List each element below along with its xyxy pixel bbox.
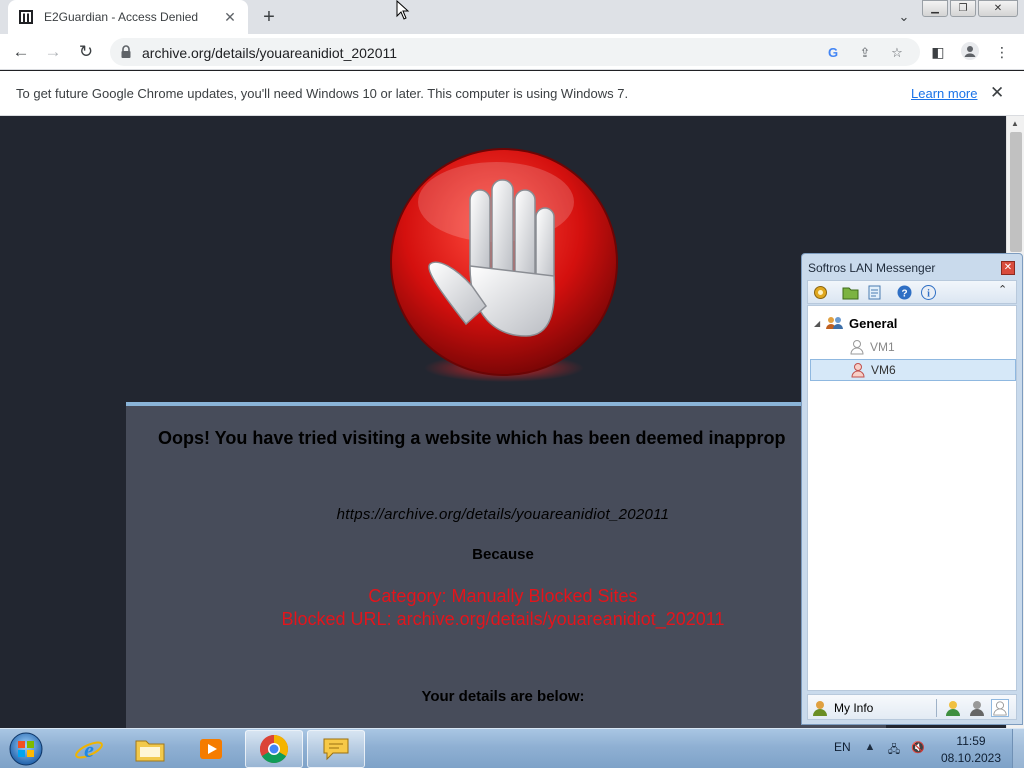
- svg-text:i: i: [927, 289, 930, 300]
- update-infobar: To get future Google Chrome updates, you…: [0, 71, 1024, 116]
- taskbar-windows-explorer[interactable]: [121, 730, 179, 768]
- offline-user-icon: [850, 340, 864, 355]
- address-bar[interactable]: archive.org/details/youareanidiot_202011…: [110, 38, 920, 66]
- windows-start-button[interactable]: [6, 731, 46, 767]
- category-reason: Category: Manually Blocked Sites: [368, 586, 638, 606]
- lock-icon: [121, 45, 131, 58]
- infobar-message: To get future Google Chrome updates, you…: [16, 86, 629, 101]
- tab-search-chevron-icon[interactable]: ⌄: [895, 9, 913, 25]
- status-divider: [936, 699, 937, 717]
- open-folder-icon[interactable]: [842, 284, 859, 301]
- user-icon: [851, 363, 865, 378]
- my-info-user-icon[interactable]: [812, 699, 830, 717]
- learn-more-link[interactable]: Learn more: [911, 86, 977, 101]
- contact-list: ◢ General VM1 VM6: [807, 305, 1017, 691]
- new-tab-button[interactable]: +: [258, 7, 280, 29]
- scroll-up-arrow-icon[interactable]: ▲: [1011, 119, 1019, 128]
- minimize-button[interactable]: ▁: [922, 0, 948, 17]
- messenger-app-icon: [323, 738, 349, 761]
- window-close-button[interactable]: ✕: [978, 0, 1018, 17]
- clock-time[interactable]: 11:59: [944, 734, 998, 748]
- back-arrow-icon[interactable]: ←: [10, 41, 32, 63]
- forward-arrow-icon[interactable]: →: [42, 41, 64, 63]
- blocked-url-reason: Blocked URL: archive.org/details/youarea…: [281, 609, 725, 629]
- windows-taskbar: e EN ▲ 🖧 🔇 11:59 08.10.2023: [0, 728, 1024, 768]
- internet-explorer-icon: e: [75, 737, 103, 762]
- infobar-close-icon[interactable]: ✕: [990, 83, 1004, 103]
- contact-name: VM1: [870, 340, 895, 354]
- share-icon[interactable]: ⇪: [856, 44, 874, 62]
- expand-triangle-icon[interactable]: ◢: [814, 319, 826, 328]
- media-player-icon: [200, 739, 222, 759]
- collapse-toolbar-icon[interactable]: ⌃: [998, 283, 1007, 296]
- profile-avatar-icon[interactable]: [960, 42, 980, 62]
- lan-messenger-window: Softros LAN Messenger ✕ ? i ⌃ ◢ General …: [801, 253, 1023, 725]
- svg-text:?: ?: [901, 289, 907, 300]
- taskbar-internet-explorer[interactable]: e: [60, 730, 118, 768]
- message-panel: Oops! You have tried visiting a website …: [126, 402, 886, 728]
- window-controls: ▁ ❐ ✕: [920, 0, 1018, 17]
- messenger-status-bar: My Info: [807, 694, 1017, 720]
- group-name: General: [849, 315, 898, 331]
- mouse-cursor-icon: [396, 0, 410, 20]
- group-users-icon: [826, 317, 843, 329]
- tab-strip: E2Guardian - Access Denied ✕ + ⌄ ▁ ❐ ✕: [0, 0, 1024, 34]
- restore-button[interactable]: ❐: [950, 0, 976, 17]
- network-icon[interactable]: 🖧: [886, 741, 902, 757]
- help-icon[interactable]: ?: [896, 284, 913, 301]
- messenger-toolbar: ? i ⌃: [807, 280, 1017, 304]
- page-heading: Oops! You have tried visiting a website …: [158, 428, 786, 448]
- info-icon[interactable]: i: [920, 284, 937, 301]
- tab-title: E2Guardian - Access Denied: [44, 10, 199, 24]
- stop-hand-icon: [390, 148, 618, 382]
- bookmark-star-icon[interactable]: ☆: [888, 44, 906, 62]
- because-label: Because: [472, 546, 534, 563]
- google-translate-icon[interactable]: G: [824, 44, 842, 62]
- show-desktop-button[interactable]: [1012, 729, 1024, 768]
- status-online-icon[interactable]: [944, 699, 962, 717]
- svg-text:e: e: [84, 737, 94, 762]
- browser-toolbar: ← → ↻ archive.org/details/youareanidiot_…: [0, 34, 1024, 70]
- taskbar-media-player[interactable]: [182, 730, 240, 768]
- taskbar-softros-messenger[interactable]: [307, 730, 365, 768]
- language-indicator[interactable]: EN: [834, 740, 851, 754]
- blocked-url-text: https://archive.org/details/youareanidio…: [336, 506, 670, 523]
- tab-close-icon[interactable]: ✕: [222, 9, 238, 25]
- clock-date[interactable]: 08.10.2023: [940, 751, 1002, 765]
- scroll-thumb[interactable]: [1010, 132, 1022, 252]
- contact-vm1[interactable]: VM1: [810, 336, 1016, 358]
- chrome-icon: [260, 735, 288, 763]
- status-offline-icon[interactable]: [991, 699, 1009, 717]
- details-heading: Your details are below:: [421, 688, 585, 705]
- side-panel-icon[interactable]: ◧: [928, 42, 948, 62]
- more-menu-icon[interactable]: ⋮: [992, 42, 1012, 62]
- url-text[interactable]: archive.org/details/youareanidiot_202011: [142, 45, 397, 61]
- contact-name: VM6: [871, 363, 896, 377]
- e2guardian-favicon-icon: [19, 10, 33, 24]
- show-hidden-icons-arrow-icon[interactable]: ▲: [862, 741, 878, 757]
- taskbar-google-chrome[interactable]: [245, 730, 303, 768]
- messenger-title: Softros LAN Messenger: [808, 261, 936, 275]
- volume-muted-icon[interactable]: 🔇: [910, 741, 926, 757]
- contact-vm6[interactable]: VM6: [810, 359, 1016, 381]
- messenger-close-button[interactable]: ✕: [1001, 261, 1015, 275]
- browser-tab[interactable]: E2Guardian - Access Denied ✕: [8, 0, 248, 34]
- folder-icon: [135, 740, 165, 762]
- contact-group-general[interactable]: ◢ General: [814, 314, 897, 332]
- message-history-icon[interactable]: [866, 284, 883, 301]
- reload-icon[interactable]: ↻: [75, 41, 97, 63]
- my-info-button[interactable]: My Info: [834, 701, 873, 715]
- settings-gear-icon[interactable]: [812, 284, 829, 301]
- status-away-icon[interactable]: [968, 699, 986, 717]
